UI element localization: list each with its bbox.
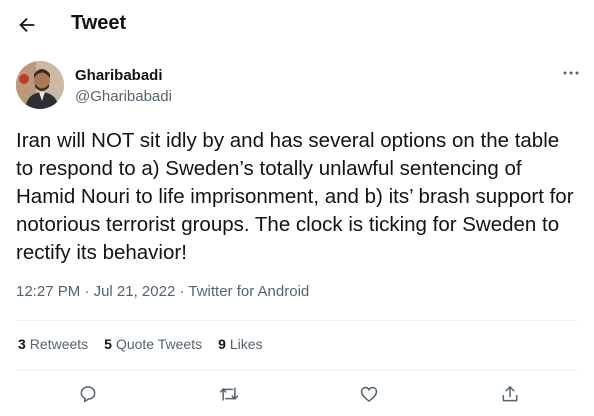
likes-stat[interactable]: 9 Likes [218, 336, 262, 352]
tweet-source[interactable]: Twitter for Android [188, 283, 309, 300]
likes-count: 9 [218, 336, 226, 352]
likes-label: Likes [229, 336, 263, 352]
tweet-text: Iran will NOT sit idly by and has severa… [16, 129, 574, 264]
tweet-time[interactable]: 12:27 PM [16, 283, 80, 300]
meta-separator: · [80, 283, 94, 300]
more-icon [563, 71, 579, 75]
divider [16, 320, 578, 321]
quote-tweets-label: Quote Tweets [115, 336, 203, 352]
tweet-date[interactable]: Jul 21, 2022 [94, 283, 176, 300]
author-name[interactable]: Gharibabadi [75, 67, 163, 84]
share-icon [502, 386, 518, 402]
page-title: Tweet [71, 12, 127, 34]
retweets-stat[interactable]: 3 Retweets [18, 336, 88, 352]
author-handle[interactable]: @Gharibabadi [75, 88, 172, 105]
profile-photo [16, 61, 64, 109]
retweets-count: 3 [18, 336, 26, 352]
meta-separator-2: · [175, 283, 189, 300]
arrow-left-icon [19, 17, 35, 33]
quote-tweets-stat[interactable]: 5 Quote Tweets [104, 336, 202, 352]
retweet-button[interactable] [219, 384, 241, 406]
share-button[interactable] [500, 384, 522, 406]
tweet-meta: 12:27 PM · Jul 21, 2022 · Twitter for An… [16, 283, 309, 300]
like-button[interactable] [359, 384, 381, 406]
avatar[interactable] [16, 61, 64, 109]
retweets-label: Retweets [29, 336, 89, 352]
quote-tweets-count: 5 [104, 336, 112, 352]
retweet-icon [219, 387, 239, 401]
reply-icon [80, 386, 96, 403]
like-icon [360, 386, 378, 402]
header-bar: Tweet [0, 0, 594, 50]
back-button[interactable] [12, 10, 42, 40]
reply-button[interactable] [78, 384, 100, 406]
more-options-button[interactable] [560, 66, 582, 80]
divider [16, 370, 578, 371]
engagement-stats: 3 Retweets 5 Quote Tweets 9 Likes [18, 336, 279, 352]
